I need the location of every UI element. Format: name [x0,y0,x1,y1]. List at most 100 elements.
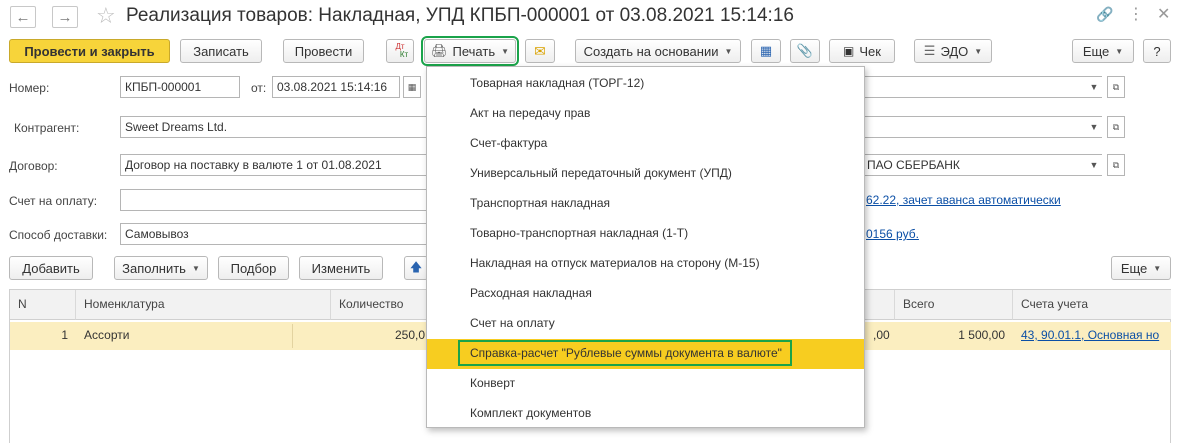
envelope-icon: ✉ [534,42,546,59]
edo-button[interactable]: ☰ ЭДО ▼ [914,39,992,63]
post-and-close-button[interactable]: Провести и закрыть [9,39,170,63]
open-icon: ⧉ [1112,159,1120,170]
calendar-icon: ▦ [407,81,417,92]
print-menu-item[interactable]: Товарная накладная (ТОРГ-12) [427,69,864,99]
counterparty-dropdown-button[interactable]: ▼ [1085,117,1103,137]
print-button[interactable]: 🖨 Печать ▼ [421,36,519,66]
select-button[interactable]: Подбор [218,256,289,280]
print-menu-item[interactable]: Справка-расчет "Рублевые суммы документа… [427,339,864,369]
print-menu-item[interactable]: Конверт [427,369,864,399]
column-header-item[interactable]: Номенклатура [76,290,331,320]
cash-register-icon: ▣ [843,44,855,58]
more-button[interactable]: Еще ▼ [1072,39,1134,63]
move-up-button[interactable]: 🡅 [404,256,428,280]
bank-open-button[interactable]: ⧉ [1107,154,1125,176]
print-menu-item-label: Справка-расчет "Рублевые суммы документа… [458,340,792,366]
more-button-label: Еще [1082,43,1110,59]
create-based-on-button[interactable]: Создать на основании ▼ [575,39,741,63]
column-header-n[interactable]: N [10,290,76,320]
print-menu-item[interactable]: Товарно-транспортная накладная (1-Т) [427,219,864,249]
more-vertical-icon[interactable]: ⋮ [1128,4,1144,24]
print-menu-item[interactable]: Универсальный передаточный документ (УПД… [427,159,864,189]
print-menu-item[interactable]: Комплект документов [427,399,864,429]
date-label: от: [251,81,267,95]
chevron-down-icon: ▼ [501,46,510,56]
counterparty-open-button[interactable]: ⧉ [1107,116,1125,138]
column-header-qty[interactable]: Количество [331,290,427,320]
calendar-button[interactable]: ▦ [403,76,421,98]
organization-dropdown-button[interactable]: ▼ [1085,77,1103,97]
counterparty-extra-field[interactable] [862,116,1102,138]
date-field[interactable]: 03.08.2021 15:14:16 [272,76,400,98]
invoice-label: Счет на оплату: [9,194,98,208]
delivery-field[interactable]: Самовывоз [120,223,428,245]
bank-dropdown-button[interactable]: ▼ [1085,155,1103,175]
chevron-down-icon: ▼ [974,46,983,56]
counterparty-label: Контрагент: [14,121,80,135]
dt-kt-button[interactable]: Дт Кт [386,39,414,63]
column-header-accounts[interactable]: Счета учета [1013,290,1171,320]
delivery-label: Способ доставки: [9,228,108,242]
chevron-down-icon: ▼ [1153,263,1162,273]
column-header-total[interactable]: Всего [895,290,1013,320]
chevron-down-icon: ▼ [1089,122,1099,132]
organization-field[interactable] [862,76,1102,98]
counterparty-field[interactable]: Sweet Dreams Ltd. [120,116,428,138]
change-button[interactable]: Изменить [299,256,383,280]
chevron-down-icon: ▼ [724,46,733,56]
row-number: 1 [10,322,76,350]
invoice-field[interactable] [120,189,428,211]
column-header-price[interactable] [865,290,895,320]
link-icon[interactable]: 🔗 [1096,6,1113,23]
table-more-button[interactable]: Еще ▼ [1111,256,1171,280]
arrow-right-icon: → [57,8,73,26]
structure-button[interactable]: ▦ [751,39,781,63]
bank-account-field[interactable]: ПАО СБЕРБАНК [862,154,1102,176]
chevron-down-icon: ▼ [1089,82,1099,92]
email-button[interactable]: ✉ [525,39,555,63]
back-button[interactable]: ← [10,6,36,28]
print-menu-item-label: Расходная накладная [470,286,592,300]
print-menu-item[interactable]: Счет-фактура [427,129,864,159]
row-accounts-link[interactable]: 43, 90.01.1, Основная но [1021,328,1159,342]
add-row-button[interactable]: Добавить [9,256,93,280]
print-menu-item[interactable]: Счет на оплату [427,309,864,339]
bank-value: ПАО СБЕРБАНК [867,158,960,172]
contract-field[interactable]: Договор на поставку в валюте 1 от 01.08.… [120,154,428,176]
print-menu-item-label: Накладная на отпуск материалов на сторон… [470,256,760,270]
printer-icon: 🖨 [430,43,448,58]
print-menu-item[interactable]: Накладная на отпуск материалов на сторон… [427,249,864,279]
print-menu-item-label: Акт на передачу прав [470,106,591,120]
chevron-down-icon: ▼ [1115,46,1124,56]
number-field[interactable]: КПБП-000001 [120,76,240,98]
settlement-link[interactable]: 62.22, зачет аванса автоматически [866,193,1061,207]
favorite-star-icon[interactable]: ☆ [96,3,116,29]
post-button[interactable]: Провести [283,39,364,63]
receipt-button[interactable]: ▣ Чек [829,39,895,63]
amount-link[interactable]: 0156 руб. [866,227,919,241]
fill-button[interactable]: Заполнить ▼ [114,256,208,280]
print-menu-item-label: Товарно-транспортная накладная (1-Т) [470,226,689,240]
save-button[interactable]: Записать [180,39,262,63]
edo-button-label: ЭДО [940,43,969,59]
row-total: 1 500,00 [895,322,1013,350]
close-icon[interactable]: ✕ [1157,4,1170,24]
print-button-label: Печать [452,43,496,59]
attach-button[interactable]: 📎 [790,39,820,63]
row-price: ,00 [865,322,895,350]
row-item: Ассорти [76,322,292,350]
help-button[interactable]: ? [1143,39,1171,63]
print-menu-item-label: Счет на оплату [470,316,555,330]
receipt-button-label: Чек [859,43,881,59]
print-menu-item[interactable]: Транспортная накладная [427,189,864,219]
paperclip-icon: 📎 [796,43,814,58]
arrow-left-icon: ← [15,8,31,26]
page-title: Реализация товаров: Накладная, УПД КПБП-… [126,5,794,26]
organization-open-button[interactable]: ⧉ [1107,76,1125,98]
forward-button[interactable]: → [52,6,78,28]
row-accounts[interactable]: 43, 90.01.1, Основная но [1013,322,1171,350]
kt-label: Кт [399,50,409,59]
open-icon: ⧉ [1112,81,1120,92]
print-menu-item[interactable]: Расходная накладная [427,279,864,309]
print-menu-item[interactable]: Акт на передачу прав [427,99,864,129]
